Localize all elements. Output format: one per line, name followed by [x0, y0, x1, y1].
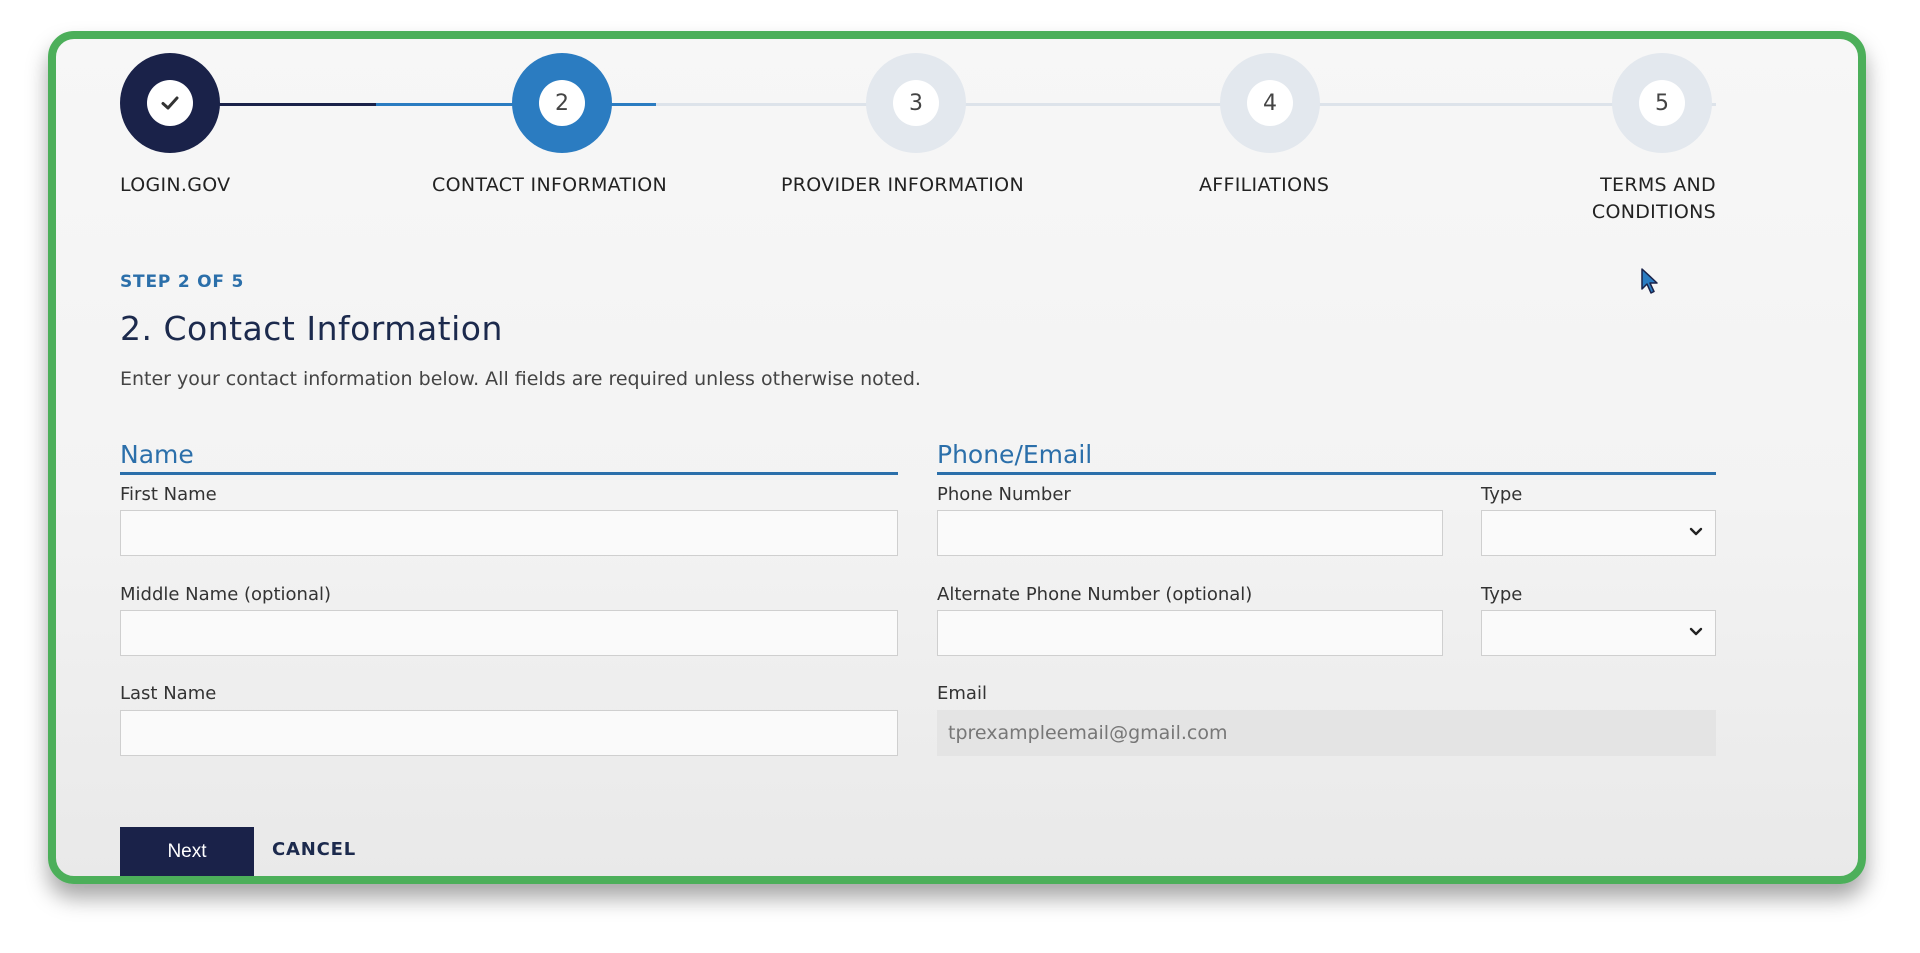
- page-title: 2. Contact Information: [120, 309, 503, 348]
- step-4-circle: 4: [1220, 53, 1320, 153]
- phone-email-section-rule: [937, 472, 1716, 475]
- app-window: LOGIN.GOV 2 CONTACT INFORMATION 3 PROVID…: [48, 31, 1866, 884]
- alt-phone-input[interactable]: [937, 610, 1443, 656]
- alt-phone-label: Alternate Phone Number (optional): [937, 584, 1253, 605]
- step-1-circle: [120, 53, 220, 153]
- step-progress-text: STEP 2 OF 5: [120, 272, 245, 292]
- cancel-button[interactable]: CANCEL: [272, 839, 356, 860]
- step-1-inner: [147, 80, 193, 126]
- step-3-number: 3: [893, 80, 939, 126]
- phone-type-label: Type: [1481, 484, 1523, 505]
- name-section-title: Name: [120, 440, 194, 469]
- step-2-circle: 2: [512, 53, 612, 153]
- chevron-down-icon: [1689, 627, 1703, 636]
- step-5-number: 5: [1639, 80, 1685, 126]
- next-button[interactable]: Next: [120, 827, 254, 876]
- email-input: [937, 710, 1716, 756]
- middle-name-input[interactable]: [120, 610, 898, 656]
- checkmark-icon: [161, 96, 179, 110]
- alt-phone-type-select[interactable]: [1481, 610, 1716, 656]
- page-intro: Enter your contact information below. Al…: [120, 368, 921, 390]
- first-name-label: First Name: [120, 484, 217, 505]
- first-name-input[interactable]: [120, 510, 898, 556]
- step-2-label: CONTACT INFORMATION: [432, 174, 668, 196]
- last-name-input[interactable]: [120, 710, 898, 756]
- step-5-circle: 5: [1612, 53, 1712, 153]
- email-label: Email: [937, 683, 987, 704]
- step-3-label: PROVIDER INFORMATION: [781, 174, 1024, 196]
- chevron-down-icon: [1689, 527, 1703, 536]
- mouse-cursor-icon: [1641, 268, 1658, 294]
- step-1-label: LOGIN.GOV: [120, 174, 231, 196]
- phone-number-input[interactable]: [937, 510, 1443, 556]
- phone-number-label: Phone Number: [937, 484, 1071, 505]
- step-3-circle: 3: [866, 53, 966, 153]
- stepper-track-upcoming: [656, 103, 1716, 106]
- phone-type-select[interactable]: [1481, 510, 1716, 556]
- step-2-number: 2: [539, 80, 585, 126]
- step-4-label: AFFILIATIONS: [1199, 174, 1330, 196]
- middle-name-label: Middle Name (optional): [120, 584, 331, 605]
- alt-phone-type-label: Type: [1481, 584, 1523, 605]
- last-name-label: Last Name: [120, 683, 217, 704]
- name-section-rule: [120, 472, 898, 475]
- step-4-number: 4: [1247, 80, 1293, 126]
- phone-email-section-title: Phone/Email: [937, 440, 1093, 469]
- step-5-label-line2: CONDITIONS: [1591, 201, 1716, 223]
- step-5-label-line1: TERMS AND: [1600, 174, 1716, 196]
